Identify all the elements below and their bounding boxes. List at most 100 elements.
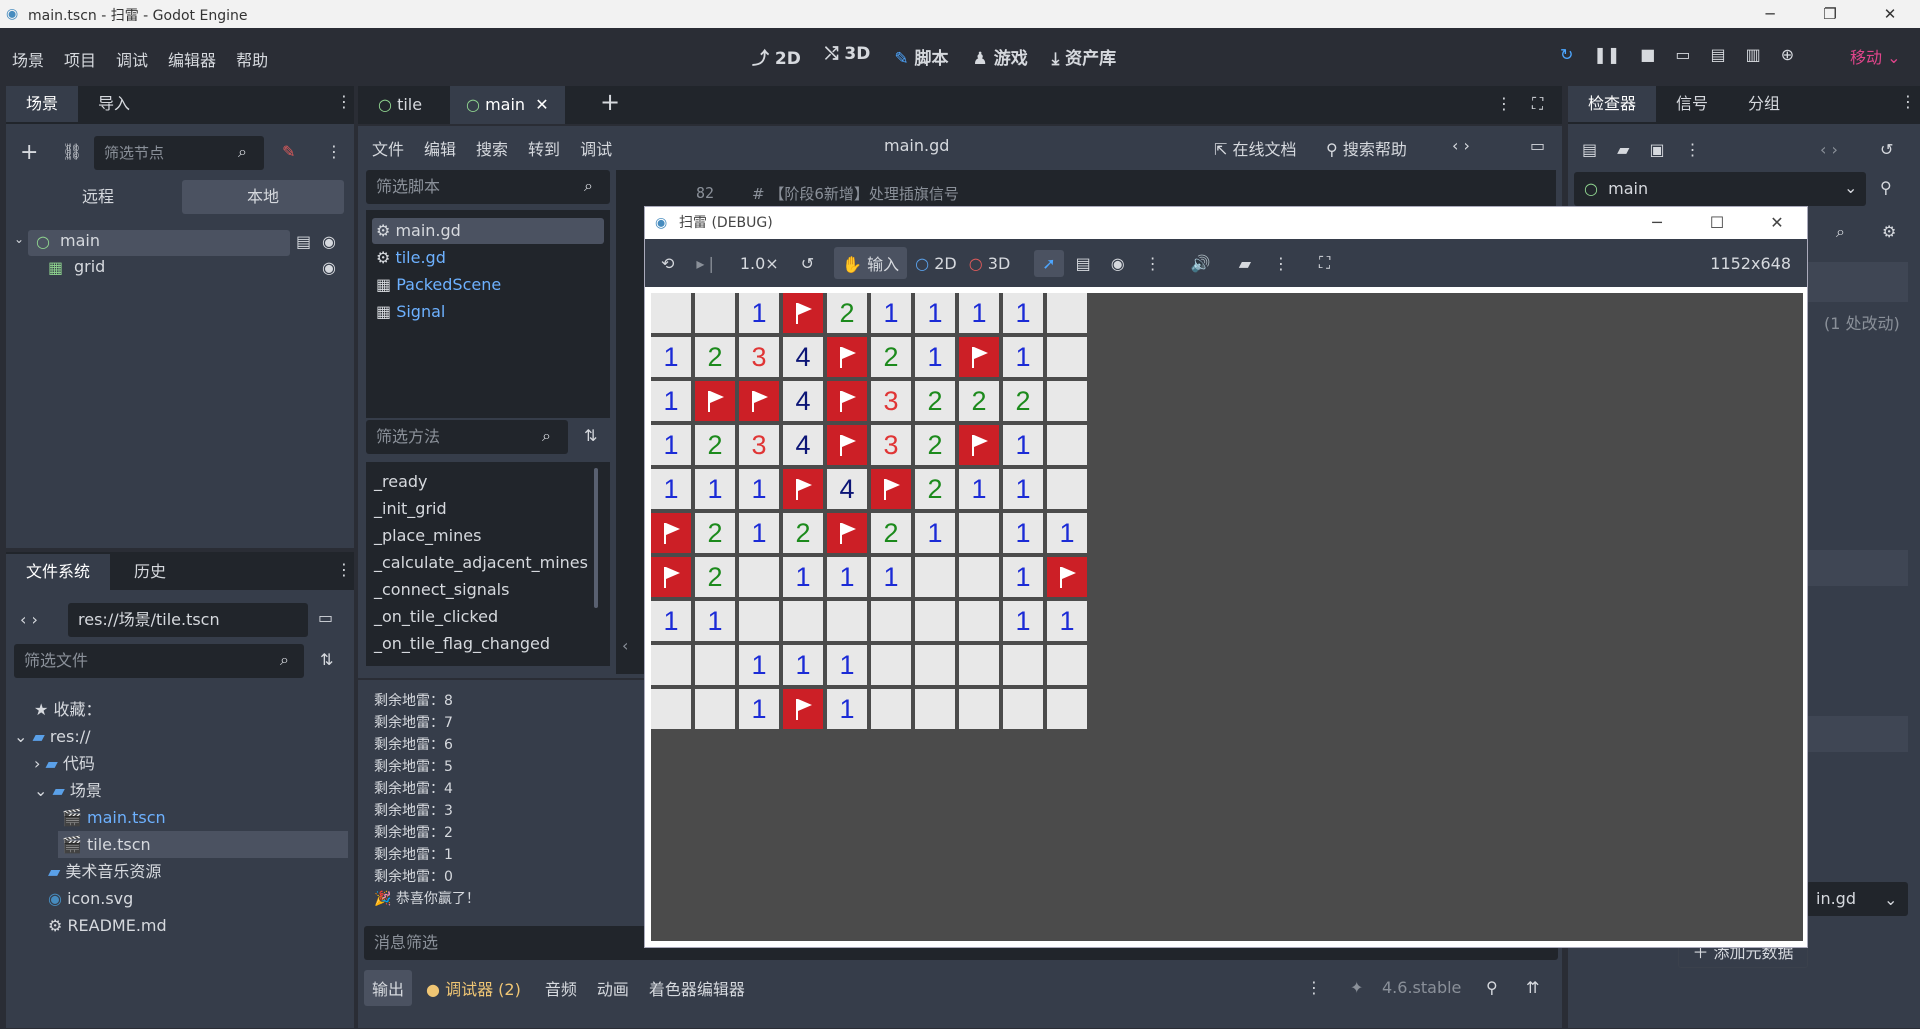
menu-help[interactable]: 帮助 [236,47,268,71]
mode-3d-button[interactable]: ⤭ 3D [825,44,870,69]
tile[interactable] [915,689,955,729]
pin-icon[interactable]: ⚲ [1486,978,1498,997]
tile[interactable]: 1 [915,337,955,377]
tile[interactable] [1047,337,1087,377]
tile[interactable]: 3 [739,337,779,377]
script-menu-file[interactable]: 文件 [372,136,404,160]
tile[interactable]: 1 [959,469,999,509]
property-settings-icon[interactable]: ⚙ [1882,222,1896,241]
tile[interactable] [827,601,867,641]
method-item[interactable]: _calculate_adjacent_mines [374,549,588,576]
script-menu-goto[interactable]: 转到 [528,136,560,160]
split-view-icon[interactable]: ▭ [318,608,333,627]
flag-icon[interactable] [783,469,823,509]
play-custom-icon[interactable]: ▥ [1746,45,1761,64]
tile[interactable]: 2 [915,381,955,421]
folder-assets[interactable]: ▰ 美术音乐资源 [14,858,348,885]
tab-tile[interactable]: ○ tile [358,86,442,124]
tile[interactable]: 4 [783,425,823,465]
select-tool-icon[interactable]: ➚ [1034,249,1064,277]
method-item[interactable]: _init_grid [374,495,588,522]
tile[interactable] [871,689,911,729]
flag-icon[interactable] [959,337,999,377]
tile[interactable]: 1 [871,293,911,333]
tile[interactable]: 1 [651,601,691,641]
tab-filesystem[interactable]: 文件系统 [6,554,111,590]
link-icon[interactable]: ⛓ [62,142,82,161]
tile[interactable]: 2 [959,381,999,421]
new-resource-icon[interactable]: ▤ [1582,140,1597,159]
tree-node-grid[interactable]: grid [74,257,105,276]
collapse-icon[interactable]: ⌄ [14,232,24,246]
tile[interactable]: 1 [827,557,867,597]
tile[interactable] [1003,689,1043,729]
tile[interactable] [871,601,911,641]
menu-scene[interactable]: 场景 [12,47,44,71]
tab-output[interactable]: 输出 [364,970,413,1006]
file-readme[interactable]: ⚙ README.md [14,912,348,939]
tile[interactable]: 1 [1003,513,1043,553]
tab-signals[interactable]: 信号 [1656,86,1728,122]
favorites-item[interactable]: ★ 收藏： [14,696,348,723]
tile[interactable]: 2 [695,337,735,377]
tree-node-main[interactable]: main [60,231,100,250]
tab-animation[interactable]: 动画 [587,970,639,1006]
pause-icon[interactable]: ❚❚ [1593,45,1620,64]
tile[interactable] [1047,469,1087,509]
tab-scene[interactable]: 场景 [6,86,79,122]
options-menu-icon[interactable]: ⋮ [1145,254,1161,273]
tile[interactable] [959,513,999,553]
tile[interactable]: 4 [783,381,823,421]
tile[interactable]: 1 [739,469,779,509]
tile[interactable]: 2 [1003,381,1043,421]
file-filter-input[interactable]: 筛选文件 [14,644,304,678]
history-nav-icon[interactable]: ‹ › [1820,140,1838,159]
history-nav-icon[interactable]: ‹ › [1452,136,1470,155]
attach-script-icon[interactable]: ✎ [282,142,295,161]
tab-main[interactable]: ○ main ✕ [450,86,565,124]
method-item[interactable]: _on_tile_clicked [374,603,588,630]
flag-icon[interactable] [1047,557,1087,597]
folder-code[interactable]: › ▰ 代码 [14,750,348,777]
suspend-icon[interactable]: ⟲ [661,254,674,273]
tile[interactable] [651,645,691,685]
tile[interactable] [1003,645,1043,685]
menu-debug[interactable]: 调试 [116,47,148,71]
camera-menu-icon[interactable]: ⋮ [1273,254,1289,273]
play-scene-icon[interactable]: ▤ [1710,45,1725,64]
tile[interactable] [739,557,779,597]
sort-icon[interactable]: ⇅ [584,426,597,445]
tile[interactable]: 4 [827,469,867,509]
maximize-button[interactable]: ❐ [1800,0,1860,28]
online-docs-button[interactable]: ⇱ 在线文档 [1214,136,1297,160]
tile[interactable] [959,689,999,729]
tile[interactable]: 1 [915,293,955,333]
remote-debug-icon[interactable]: ▭ [1675,45,1690,64]
file-main-tscn[interactable]: 🎬 main.tscn [14,804,348,831]
method-filter-input[interactable]: 筛选方法 [366,420,568,454]
tile[interactable]: 2 [783,513,823,553]
add-node-icon[interactable]: + [20,140,38,165]
close-button[interactable]: ✕ [1860,0,1920,28]
tile[interactable] [1047,293,1087,333]
renderer-select[interactable]: 移动 ⌄ [1850,44,1901,68]
method-item[interactable]: _place_mines [374,522,588,549]
res-root-item[interactable]: ⌄ ▰ res:// [14,723,348,750]
flag-icon[interactable] [651,513,691,553]
camera-icon[interactable]: ▰ [1239,254,1251,273]
tile[interactable]: 1 [1003,293,1043,333]
audio-icon[interactable]: 🔊 [1191,254,1211,273]
tab-inspector[interactable]: 检查器 [1568,86,1657,122]
stop-icon[interactable]: ■ [1640,45,1655,64]
tile[interactable] [695,645,735,685]
visibility-icon[interactable]: ◉ [1111,254,1125,273]
minimize-button[interactable]: ─ [1740,0,1800,28]
local-tab[interactable]: 本地 [182,180,344,214]
tile[interactable]: 4 [783,337,823,377]
tile[interactable]: 3 [871,425,911,465]
tile[interactable]: 1 [959,293,999,333]
tile[interactable] [695,293,735,333]
tab-groups[interactable]: 分组 [1728,86,1800,122]
tile[interactable]: 1 [651,381,691,421]
collapse-panel-icon[interactable]: ‹ [622,636,628,655]
